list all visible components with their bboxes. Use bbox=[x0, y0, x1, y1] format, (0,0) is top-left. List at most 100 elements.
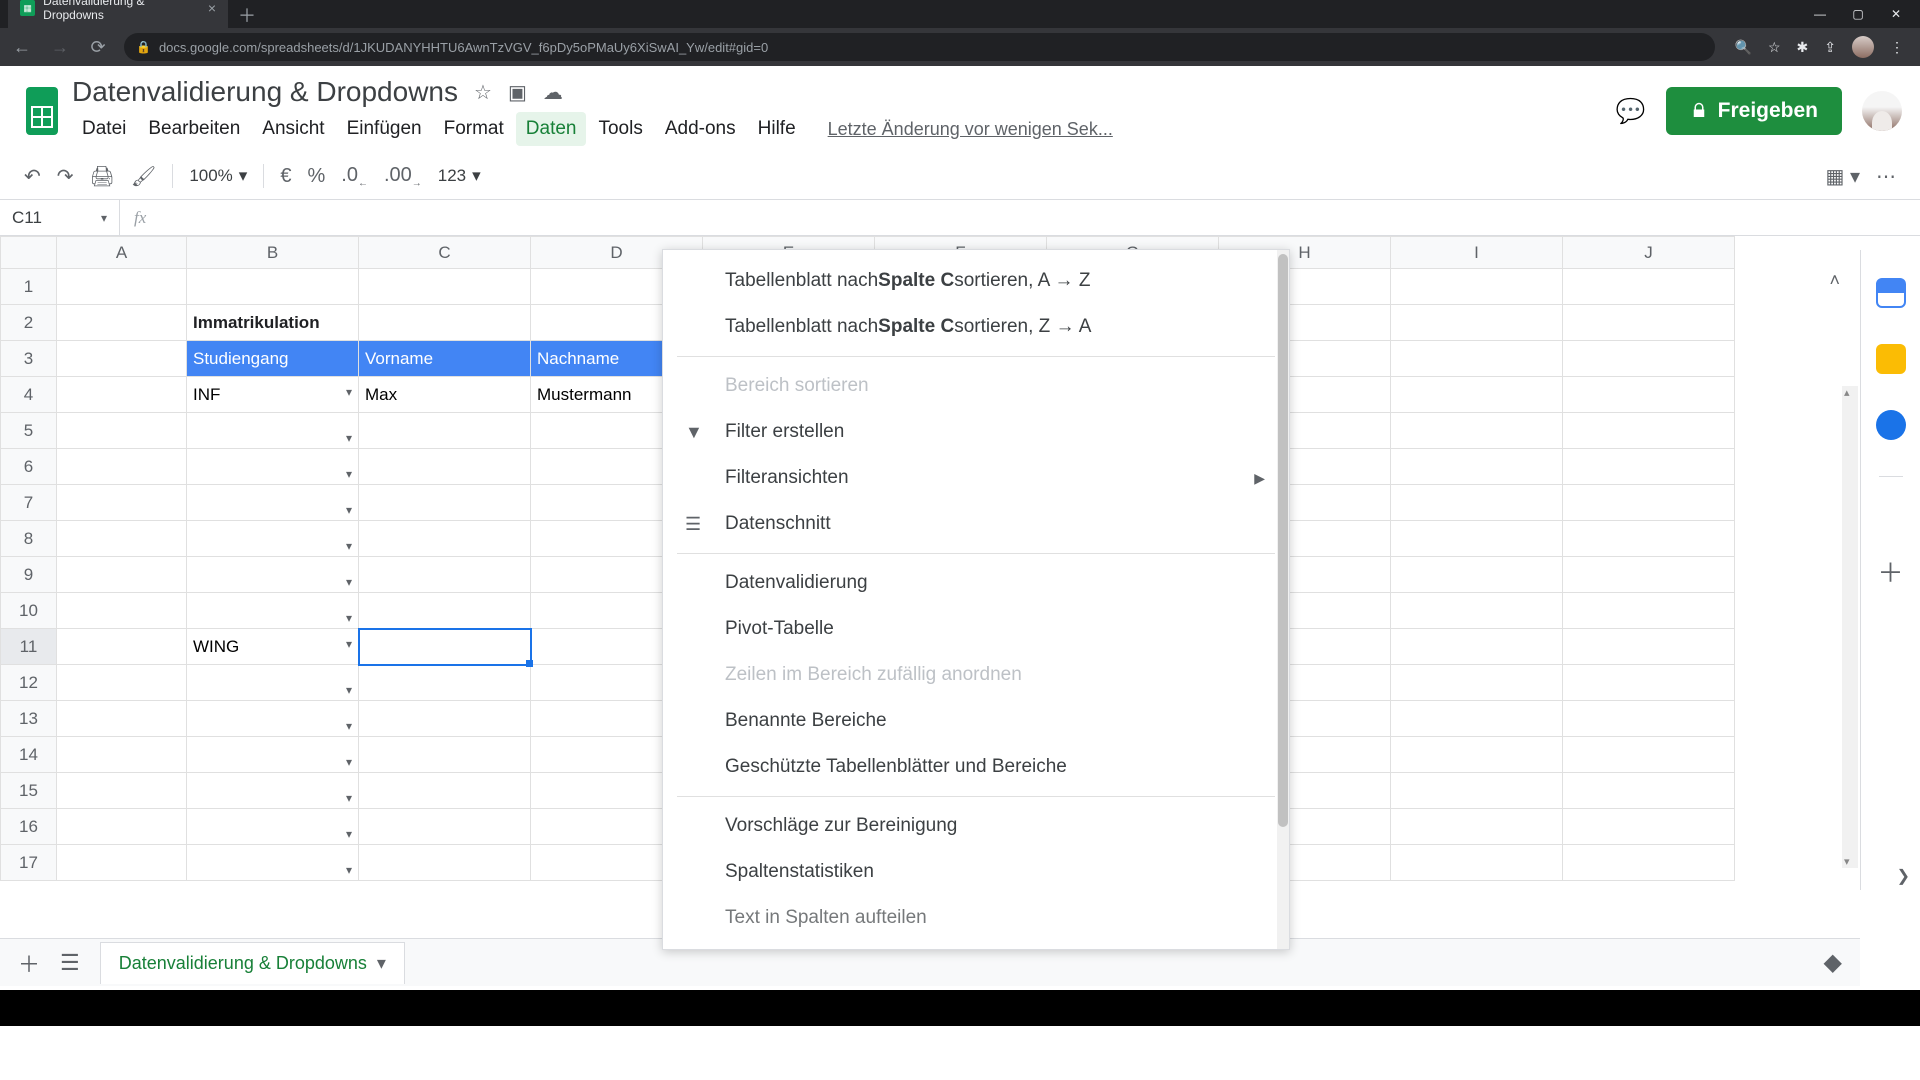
row-header[interactable]: 12 bbox=[1, 665, 57, 701]
col-header[interactable]: A bbox=[57, 237, 187, 269]
sheet-tab[interactable]: Datenvalidierung & Dropdowns ▾ bbox=[100, 942, 405, 984]
bookmark-icon[interactable]: ☆ bbox=[1768, 39, 1781, 56]
menu-cleanup-suggestions[interactable]: Vorschläge zur Bereinigung bbox=[663, 803, 1289, 849]
col-header[interactable]: I bbox=[1391, 237, 1563, 269]
menu-protected-sheets[interactable]: Geschützte Tabellenblätter und Bereiche bbox=[663, 744, 1289, 790]
toolbar-more-icon[interactable]: ⋯ bbox=[1876, 164, 1896, 189]
dropdown-cell[interactable] bbox=[187, 413, 359, 449]
row-header[interactable]: 8 bbox=[1, 521, 57, 557]
currency-button[interactable]: € bbox=[280, 165, 291, 188]
increase-decimal-button[interactable]: .00→ bbox=[384, 164, 422, 189]
redo-icon[interactable]: ↷ bbox=[57, 164, 74, 189]
menu-tools[interactable]: Tools bbox=[588, 112, 652, 146]
sheets-logo[interactable] bbox=[18, 79, 66, 143]
url-input[interactable]: 🔒 docs.google.com/spreadsheets/d/1JKUDAN… bbox=[124, 33, 1715, 61]
dropdown-cell[interactable]: INF bbox=[187, 377, 359, 413]
row-header[interactable]: 17 bbox=[1, 845, 57, 881]
print-icon[interactable]: 🖨 bbox=[90, 164, 115, 189]
dropdown-cell[interactable] bbox=[187, 809, 359, 845]
row-header[interactable]: 13 bbox=[1, 701, 57, 737]
col-header[interactable]: C bbox=[359, 237, 531, 269]
col-header[interactable]: J bbox=[1563, 237, 1735, 269]
menu-slicer[interactable]: ☰ Datenschnitt bbox=[663, 501, 1289, 547]
menu-column-stats[interactable]: Spaltenstatistiken bbox=[663, 849, 1289, 895]
extensions-icon[interactable]: ✱ bbox=[1797, 39, 1809, 56]
back-icon[interactable]: ← bbox=[10, 37, 34, 58]
name-box[interactable]: C11▾ bbox=[0, 200, 120, 235]
dropdown-cell[interactable] bbox=[187, 485, 359, 521]
keep-icon[interactable] bbox=[1876, 344, 1906, 374]
last-edit-link[interactable]: Letzte Änderung vor wenigen Sek... bbox=[828, 119, 1113, 140]
dropdown-cell[interactable] bbox=[187, 557, 359, 593]
browser-menu-icon[interactable]: ⋮ bbox=[1890, 39, 1904, 56]
menu-pivot-table[interactable]: Pivot-Tabelle bbox=[663, 606, 1289, 652]
row-header[interactable]: 10 bbox=[1, 593, 57, 629]
dropdown-cell[interactable]: WING bbox=[187, 629, 359, 665]
select-all-corner[interactable] bbox=[1, 237, 57, 269]
star-icon[interactable]: ☆ bbox=[474, 80, 492, 105]
dropdown-cell[interactable] bbox=[187, 845, 359, 881]
dropdown-cell[interactable] bbox=[187, 737, 359, 773]
row-header[interactable]: 9 bbox=[1, 557, 57, 593]
menu-help[interactable]: Hilfe bbox=[748, 112, 806, 146]
row-header[interactable]: 6 bbox=[1, 449, 57, 485]
profile-avatar[interactable] bbox=[1852, 36, 1874, 58]
dropdown-cell[interactable] bbox=[187, 521, 359, 557]
menu-named-ranges[interactable]: Benannte Bereiche bbox=[663, 698, 1289, 744]
move-to-folder-icon[interactable]: ▣ bbox=[508, 80, 527, 105]
browser-tab[interactable]: ▦ Datenvalidierung & Dropdowns × bbox=[8, 0, 228, 28]
minimize-icon[interactable]: — bbox=[1810, 7, 1830, 21]
undo-icon[interactable]: ↶ bbox=[24, 164, 41, 189]
paint-format-icon[interactable]: 🖌 bbox=[131, 164, 156, 189]
row-header[interactable]: 2 bbox=[1, 305, 57, 341]
menu-view[interactable]: Ansicht bbox=[252, 112, 334, 146]
row-header[interactable]: 7 bbox=[1, 485, 57, 521]
dropdown-cell[interactable] bbox=[187, 665, 359, 701]
menu-file[interactable]: Datei bbox=[72, 112, 136, 146]
sheet-tab-menu-icon[interactable]: ▾ bbox=[377, 953, 386, 974]
percent-button[interactable]: % bbox=[307, 165, 325, 188]
row-header[interactable]: 16 bbox=[1, 809, 57, 845]
share-button[interactable]: Freigeben bbox=[1666, 87, 1842, 135]
menu-data[interactable]: Daten bbox=[516, 112, 587, 146]
menu-addons[interactable]: Add-ons bbox=[655, 112, 746, 146]
cell-title[interactable]: Immatrikulation bbox=[187, 305, 359, 341]
share-icon[interactable]: ⇪ bbox=[1824, 39, 1836, 56]
doc-title[interactable]: Datenvalidierung & Dropdowns bbox=[72, 76, 458, 108]
account-avatar[interactable] bbox=[1862, 91, 1902, 131]
reload-icon[interactable]: ⟳ bbox=[86, 37, 110, 58]
row-header[interactable]: 1 bbox=[1, 269, 57, 305]
row-header[interactable]: 11 bbox=[1, 629, 57, 665]
menu-split-text[interactable]: Text in Spalten aufteilen bbox=[663, 895, 1289, 941]
zoom-icon[interactable]: 🔍 bbox=[1735, 39, 1752, 56]
col-header[interactable]: B bbox=[187, 237, 359, 269]
decrease-decimal-button[interactable]: .0← bbox=[341, 164, 368, 189]
menu-create-filter[interactable]: ▼ Filter erstellen bbox=[663, 409, 1289, 455]
menu-data-validation[interactable]: Datenvalidierung bbox=[663, 560, 1289, 606]
calendar-icon[interactable] bbox=[1876, 278, 1906, 308]
number-format-select[interactable]: 123 ▾ bbox=[438, 166, 481, 186]
tasks-icon[interactable] bbox=[1876, 410, 1906, 440]
dropdown-cell[interactable] bbox=[187, 449, 359, 485]
toolbar-chart-icon[interactable]: ▦ ▾ bbox=[1826, 164, 1861, 189]
row-header[interactable]: 15 bbox=[1, 773, 57, 809]
menu-insert[interactable]: Einfügen bbox=[337, 112, 432, 146]
menu-edit[interactable]: Bearbeiten bbox=[138, 112, 250, 146]
forward-icon[interactable]: → bbox=[48, 37, 72, 58]
side-panel-expand-icon[interactable]: ❯ bbox=[1897, 866, 1910, 886]
menu-filter-views[interactable]: Filteransichten ▶ bbox=[663, 455, 1289, 501]
zoom-select[interactable]: 100% ▾ bbox=[189, 166, 247, 186]
menu-scrollbar[interactable] bbox=[1277, 250, 1289, 949]
vertical-scrollbar[interactable] bbox=[1842, 386, 1858, 868]
dropdown-cell[interactable] bbox=[187, 593, 359, 629]
menu-sort-za[interactable]: Tabellenblatt nach Spalte C sortieren, Z… bbox=[663, 304, 1289, 350]
maximize-icon[interactable]: ▢ bbox=[1848, 7, 1868, 21]
menu-sort-az[interactable]: Tabellenblatt nach Spalte C sortieren, A… bbox=[663, 258, 1289, 304]
close-window-icon[interactable]: ✕ bbox=[1886, 7, 1906, 21]
close-tab-icon[interactable]: × bbox=[208, 0, 216, 16]
row-header[interactable]: 3 bbox=[1, 341, 57, 377]
comments-icon[interactable]: 💬 bbox=[1616, 97, 1646, 126]
data-cell[interactable]: Max bbox=[359, 377, 531, 413]
selected-cell[interactable] bbox=[359, 629, 531, 665]
row-header[interactable]: 4 bbox=[1, 377, 57, 413]
